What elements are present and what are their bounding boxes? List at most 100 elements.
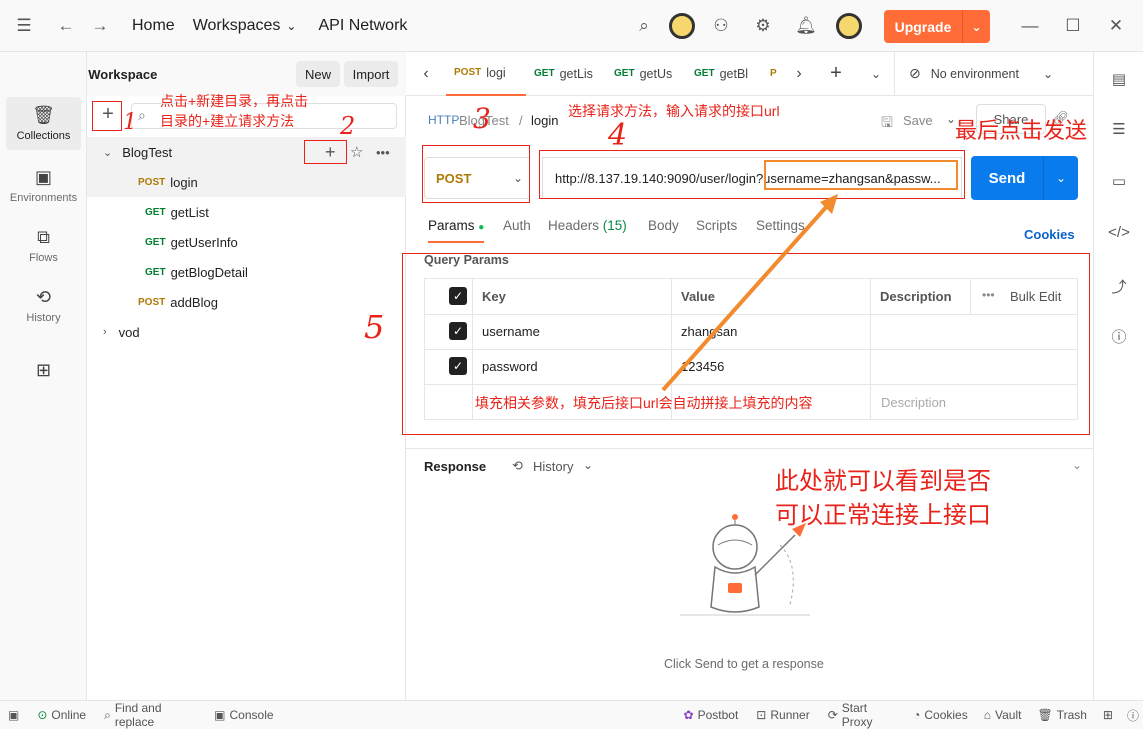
annotation-step1-line1: 点击+新建目录，再点击: [160, 93, 309, 109]
import-button[interactable]: Import: [344, 61, 398, 87]
rail-configure[interactable]: ⊞: [0, 360, 87, 385]
annotation-box-method: [422, 145, 530, 203]
chevron-right-icon[interactable]: ›: [784, 52, 814, 96]
request-title[interactable]: login: [531, 113, 558, 128]
status-online[interactable]: Online: [51, 708, 86, 722]
bell-icon[interactable]: 🔔︎: [792, 12, 820, 40]
tab-body[interactable]: Body: [648, 218, 679, 233]
tab-getblogdetail[interactable]: GET getBl: [686, 52, 766, 96]
annotation-box-add-request: [304, 140, 347, 164]
trash-can-icon: 🗑︎: [32, 105, 55, 125]
nav-workspaces[interactable]: Workspaces: [193, 17, 281, 35]
folder-row-vod[interactable]: › vod: [87, 317, 406, 347]
avatar[interactable]: [669, 13, 695, 39]
cookies-link[interactable]: Cookies: [1024, 227, 1075, 242]
status-trash[interactable]: Trash: [1057, 708, 1087, 722]
gear-icon[interactable]: ⚙: [749, 12, 777, 40]
tab-params[interactable]: Params ●: [428, 218, 485, 243]
chevron-down-icon: ⌄: [103, 146, 113, 159]
search-icon: ⌕: [138, 107, 146, 123]
save-icon[interactable]: 🖫︎: [881, 112, 893, 136]
no-environment-icon: ⊘: [909, 65, 921, 81]
response-history[interactable]: History: [533, 459, 573, 474]
star-icon[interactable]: ☆: [350, 143, 363, 161]
new-button[interactable]: New: [296, 61, 340, 87]
layout-icon[interactable]: ⊞: [1103, 708, 1113, 722]
status-find[interactable]: Find and replace: [115, 701, 198, 729]
grid-plus-icon: ⊞: [35, 360, 52, 380]
request-row-getblogdetail[interactable]: GET getBlogDetail: [87, 257, 406, 287]
tab-partial[interactable]: P: [766, 52, 784, 96]
request-row-getuserinfo[interactable]: GET getUserInfo: [87, 227, 406, 257]
chevron-down-icon: ⌄: [1055, 171, 1067, 185]
request-row-addblog[interactable]: POST addBlog: [87, 287, 406, 317]
close-icon[interactable]: ✕: [1102, 12, 1130, 40]
proxy-icon: ⟳: [827, 708, 838, 722]
code-icon[interactable]: </>: [1094, 224, 1143, 241]
maximize-icon[interactable]: ☐: [1059, 12, 1087, 40]
annotation-send: 最后点击发送: [955, 119, 1088, 144]
collections-sidebar: + ⌕ ⌄ BlogTest + ☆ ••• POST login GET ge…: [87, 96, 406, 700]
online-icon: ⊙: [37, 708, 48, 722]
nav-home[interactable]: Home: [132, 17, 175, 35]
chevron-left-icon[interactable]: ‹: [406, 52, 446, 96]
documentation-icon[interactable]: ▤: [1094, 70, 1143, 88]
top-bar: ☰ ← → Home Workspaces ⌄ API Network ⌕ ⚇ …: [0, 0, 1143, 52]
invite-user-icon[interactable]: ⚇: [707, 12, 735, 40]
collapse-icon[interactable]: ⌄: [1072, 458, 1082, 472]
rail-flows[interactable]: ⧉ Flows: [0, 227, 87, 264]
status-postbot[interactable]: Postbot: [698, 708, 739, 722]
tab-getlist[interactable]: GET getLis: [526, 52, 606, 96]
rail-environments[interactable]: ▣ Environments: [0, 167, 87, 204]
info-icon[interactable]: ⓘ: [1094, 326, 1143, 347]
send-button[interactable]: Send ⌄: [971, 156, 1078, 200]
request-row-getlist[interactable]: GET getList: [87, 197, 406, 227]
tab-headers[interactable]: Headers (15): [548, 218, 627, 233]
chevron-down-icon[interactable]: ⌄: [286, 19, 296, 33]
status-cookies[interactable]: Cookies: [924, 708, 967, 722]
status-proxy[interactable]: Start Proxy: [842, 701, 897, 729]
tab-auth[interactable]: Auth: [503, 218, 531, 233]
history-icon[interactable]: ⟲: [512, 458, 523, 474]
minimize-icon[interactable]: —: [1016, 12, 1044, 40]
help-icon[interactable]: ⓘ: [1127, 707, 1139, 724]
search-icon[interactable]: ⌕: [630, 12, 658, 40]
collection-row[interactable]: ⌄ BlogTest + ☆ •••: [87, 137, 406, 167]
forward-arrow-icon[interactable]: →: [86, 12, 114, 40]
sidebar-toggle-icon[interactable]: ▣: [8, 708, 19, 722]
related-icon[interactable]: ⤴: [1094, 276, 1143, 297]
right-rail: ▤ ☰ ▭ </> ⤴ ⓘ: [1093, 52, 1143, 700]
chat-icon[interactable]: ▭: [1094, 172, 1143, 190]
status-vault[interactable]: Vault: [995, 708, 1021, 722]
status-runner[interactable]: Runner: [770, 708, 809, 722]
tab-scripts[interactable]: Scripts: [696, 218, 737, 233]
annotation-box-add-collection: [92, 101, 122, 131]
upgrade-button[interactable]: Upgrade ⌄: [884, 10, 990, 43]
response-hint: Click Send to get a response: [664, 657, 824, 671]
request-row-login[interactable]: POST login: [87, 167, 406, 197]
tab-settings[interactable]: Settings: [756, 218, 805, 233]
nav-api-network[interactable]: API Network: [318, 17, 407, 35]
search-icon: ⌕: [104, 707, 111, 722]
annotation-step5: 填充相关参数，填充后接口url会自动拼接上填充的内容: [475, 395, 813, 411]
status-console[interactable]: Console: [230, 708, 274, 722]
vault-icon: ⌂: [983, 708, 991, 722]
rail-collections[interactable]: 🗑︎ Collections: [6, 97, 81, 150]
http-icon: HTTP: [428, 113, 460, 127]
postbot-icon: ✿: [683, 708, 694, 722]
active-dot-icon: ●: [478, 222, 485, 233]
tab-getuserinfo[interactable]: GET getUs: [606, 52, 686, 96]
save-button[interactable]: Save: [903, 113, 933, 128]
chevron-down-icon[interactable]: ⌄: [583, 458, 593, 472]
environment-select[interactable]: ⊘ No environment ⌄: [894, 51, 1074, 96]
tab-login[interactable]: POST logi: [446, 52, 526, 96]
comments-icon[interactable]: ☰: [1094, 120, 1143, 138]
menu-icon[interactable]: ☰: [10, 12, 38, 40]
more-options-icon[interactable]: •••: [376, 145, 390, 160]
back-arrow-icon[interactable]: ←: [52, 12, 80, 40]
chevron-down-icon[interactable]: ⌄: [858, 52, 894, 96]
rail-history[interactable]: ⟲ History: [0, 287, 87, 324]
new-tab-plus-icon[interactable]: +: [814, 52, 858, 96]
environment-icon: ▣: [34, 167, 52, 187]
profile-avatar[interactable]: [836, 13, 862, 39]
